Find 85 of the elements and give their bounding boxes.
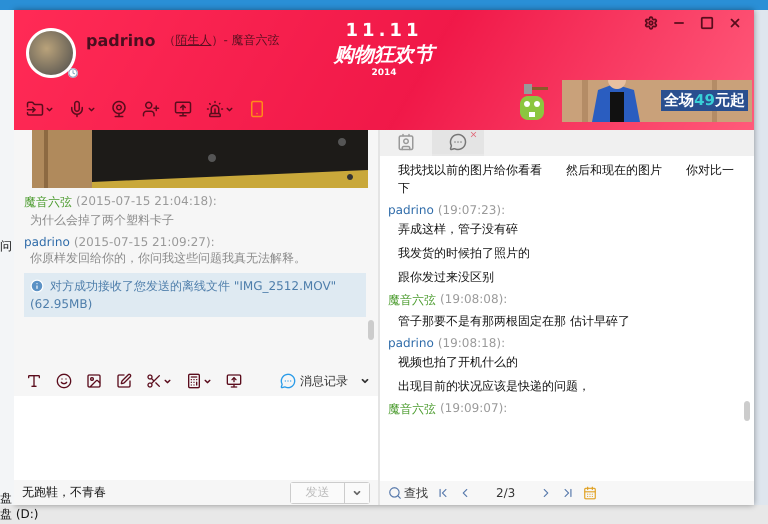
calendar-icon bbox=[583, 486, 598, 500]
avatar[interactable] bbox=[26, 28, 76, 78]
caret-icon bbox=[87, 104, 96, 114]
emoji-icon bbox=[56, 373, 72, 389]
page-indicator: 2/3 bbox=[496, 486, 516, 500]
message-text: 为什么会掉了两个塑料卡子 bbox=[29, 212, 175, 229]
message-input[interactable] bbox=[14, 396, 378, 480]
emoji-button[interactable] bbox=[56, 373, 72, 389]
contact-name: padrino bbox=[86, 30, 156, 50]
message-time: (19:09:07): bbox=[440, 401, 508, 417]
screen-share-icon bbox=[174, 100, 192, 118]
message-text: 弄成这样，管子没有碎 bbox=[397, 221, 519, 238]
maximize-button[interactable] bbox=[700, 16, 714, 30]
desktop-label: 问 bbox=[0, 238, 12, 255]
search-button[interactable]: 查找 bbox=[388, 484, 428, 502]
info-icon bbox=[30, 279, 44, 293]
image-button[interactable] bbox=[86, 373, 102, 389]
desktop-label: 盘 bbox=[0, 490, 12, 507]
sender-name: 魔音六弦 bbox=[388, 401, 436, 418]
microphone-icon bbox=[68, 100, 86, 118]
close-icon bbox=[728, 16, 742, 30]
settings-button[interactable] bbox=[644, 16, 658, 30]
message-text: 我找找以前的图片给你看看 然后和现在的图片 你对比一下 bbox=[397, 162, 735, 197]
chat-bubble-icon bbox=[449, 133, 467, 151]
calculator-icon bbox=[186, 373, 202, 389]
screen-share-icon bbox=[226, 373, 242, 389]
siren-icon bbox=[206, 100, 224, 118]
edit-icon bbox=[116, 373, 132, 389]
chat-bubble-icon bbox=[280, 373, 296, 389]
file-notice: 对方成功接收了您发送的离线文件 "IMG_2512.MOV" (62.95MB) bbox=[24, 273, 366, 317]
screen-share-button[interactable] bbox=[226, 373, 242, 389]
caret-icon bbox=[203, 376, 212, 386]
folder-button[interactable] bbox=[26, 100, 54, 118]
settings-icon bbox=[644, 16, 658, 30]
scrollbar-thumb[interactable] bbox=[744, 401, 750, 421]
font-icon bbox=[26, 373, 42, 389]
scissors-button[interactable] bbox=[146, 373, 172, 389]
drive-label: 盘 (D:) bbox=[0, 506, 38, 523]
caret-icon bbox=[45, 104, 54, 114]
close-icon bbox=[469, 130, 478, 139]
add-user-button[interactable] bbox=[142, 100, 160, 118]
scrollbar-thumb[interactable] bbox=[368, 320, 374, 340]
sender-name: 魔音六弦 bbox=[24, 194, 72, 211]
calculator-button[interactable] bbox=[186, 373, 212, 389]
send-options-button[interactable] bbox=[345, 482, 369, 502]
image-icon bbox=[86, 373, 102, 389]
sender-name: padrino bbox=[388, 203, 434, 217]
microphone-button[interactable] bbox=[68, 100, 96, 118]
message-time: (19:07:23): bbox=[438, 203, 506, 217]
sender-name: padrino bbox=[388, 336, 434, 350]
sender-name: 魔音六弦 bbox=[388, 292, 436, 309]
caret-icon bbox=[163, 376, 172, 386]
webcam-icon bbox=[110, 100, 128, 118]
phone-icon bbox=[248, 100, 266, 118]
contact-relation: （陌生人）- 魔音六弦 bbox=[163, 32, 280, 48]
webcam-button[interactable] bbox=[110, 100, 128, 118]
siren-button[interactable] bbox=[206, 100, 234, 118]
edit-button[interactable] bbox=[116, 373, 132, 389]
side-tab[interactable] bbox=[432, 130, 484, 156]
message-time: (19:08:18): bbox=[438, 336, 506, 350]
search-icon bbox=[388, 486, 402, 500]
message-time: (19:08:08): bbox=[440, 292, 508, 308]
signature-text: 无跑鞋，不青春 bbox=[22, 484, 106, 501]
caret-icon bbox=[360, 376, 370, 386]
advert-banner[interactable]: 全场49元起 bbox=[562, 80, 752, 122]
message-text: 跟你发过来没区别 bbox=[397, 269, 495, 286]
scissors-icon bbox=[146, 373, 162, 389]
message-time: (2015-07-15 21:04:18): bbox=[76, 194, 217, 210]
message-text: 你原样发回给你的，你问我这些问题我真无法解释。 bbox=[29, 250, 307, 267]
caret-icon bbox=[225, 104, 234, 114]
maximize-icon bbox=[700, 16, 714, 30]
clock-icon bbox=[68, 68, 78, 78]
message-text: 视频也拍了开机什么的 bbox=[397, 354, 519, 371]
folder-icon bbox=[26, 100, 44, 118]
message-text: 管子那要不是有那两根固定在那 估计早碎了 bbox=[397, 313, 631, 330]
add-user-icon bbox=[142, 100, 160, 118]
contact-card-icon bbox=[397, 133, 415, 151]
font-button[interactable] bbox=[26, 373, 42, 389]
advert-text: 全场49元起 bbox=[661, 90, 748, 111]
message-time: (2015-07-15 21:09:27): bbox=[74, 235, 215, 249]
message-text: 我发货的时候拍了照片的 bbox=[397, 245, 531, 262]
message-history-button[interactable]: 消息记录 bbox=[280, 372, 370, 390]
sender-name: padrino bbox=[24, 235, 70, 249]
close-button[interactable] bbox=[728, 16, 742, 30]
message-text: 出现目前的状况应该是快递的问题， bbox=[397, 378, 591, 395]
